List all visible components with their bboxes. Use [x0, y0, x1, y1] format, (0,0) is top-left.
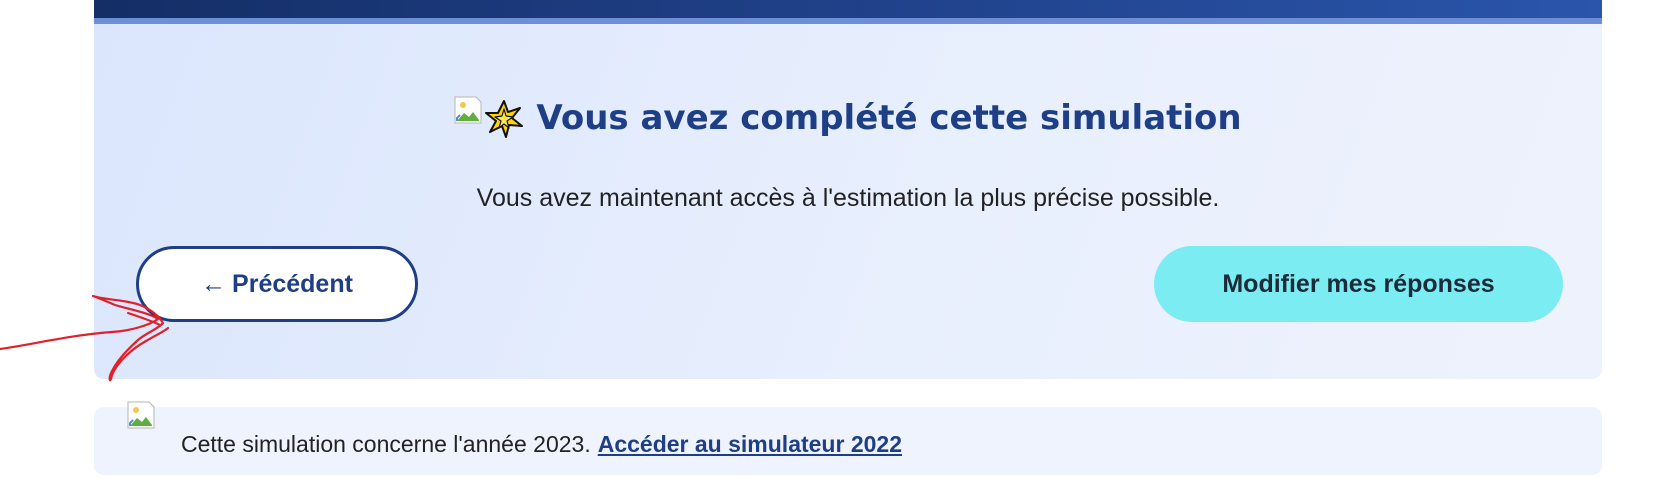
year-notice-text: Cette simulation concerne l'année 2023. [181, 431, 591, 457]
page: Vous avez complété cette simulation Vous… [0, 0, 1653, 500]
completion-title: Vous avez complété cette simulation [536, 98, 1242, 138]
modify-answers-label: Modifier mes réponses [1222, 269, 1495, 298]
completion-subtitle: Vous avez maintenant accès à l'estimatio… [476, 184, 1220, 212]
year-notice-text-row: Cette simulation concerne l'année 2023. A… [181, 429, 902, 459]
header-bar [94, 0, 1602, 18]
previous-button[interactable]: ← Précédent [136, 246, 418, 322]
completion-heading: Vous avez complété cette simulation [94, 96, 1602, 140]
arrow-left-icon: ← [201, 269, 227, 298]
completion-panel: Vous avez complété cette simulation Vous… [94, 24, 1602, 379]
broken-image-icon [127, 401, 155, 429]
simulator-2022-link[interactable]: Accéder au simulateur 2022 [598, 431, 902, 457]
sparkle-star-icon [485, 100, 524, 138]
modify-answers-button[interactable]: Modifier mes réponses [1154, 246, 1563, 322]
year-notice: Cette simulation concerne l'année 2023. A… [94, 401, 1602, 475]
broken-image-icon [454, 96, 482, 124]
previous-button-label: Précédent [232, 269, 353, 298]
